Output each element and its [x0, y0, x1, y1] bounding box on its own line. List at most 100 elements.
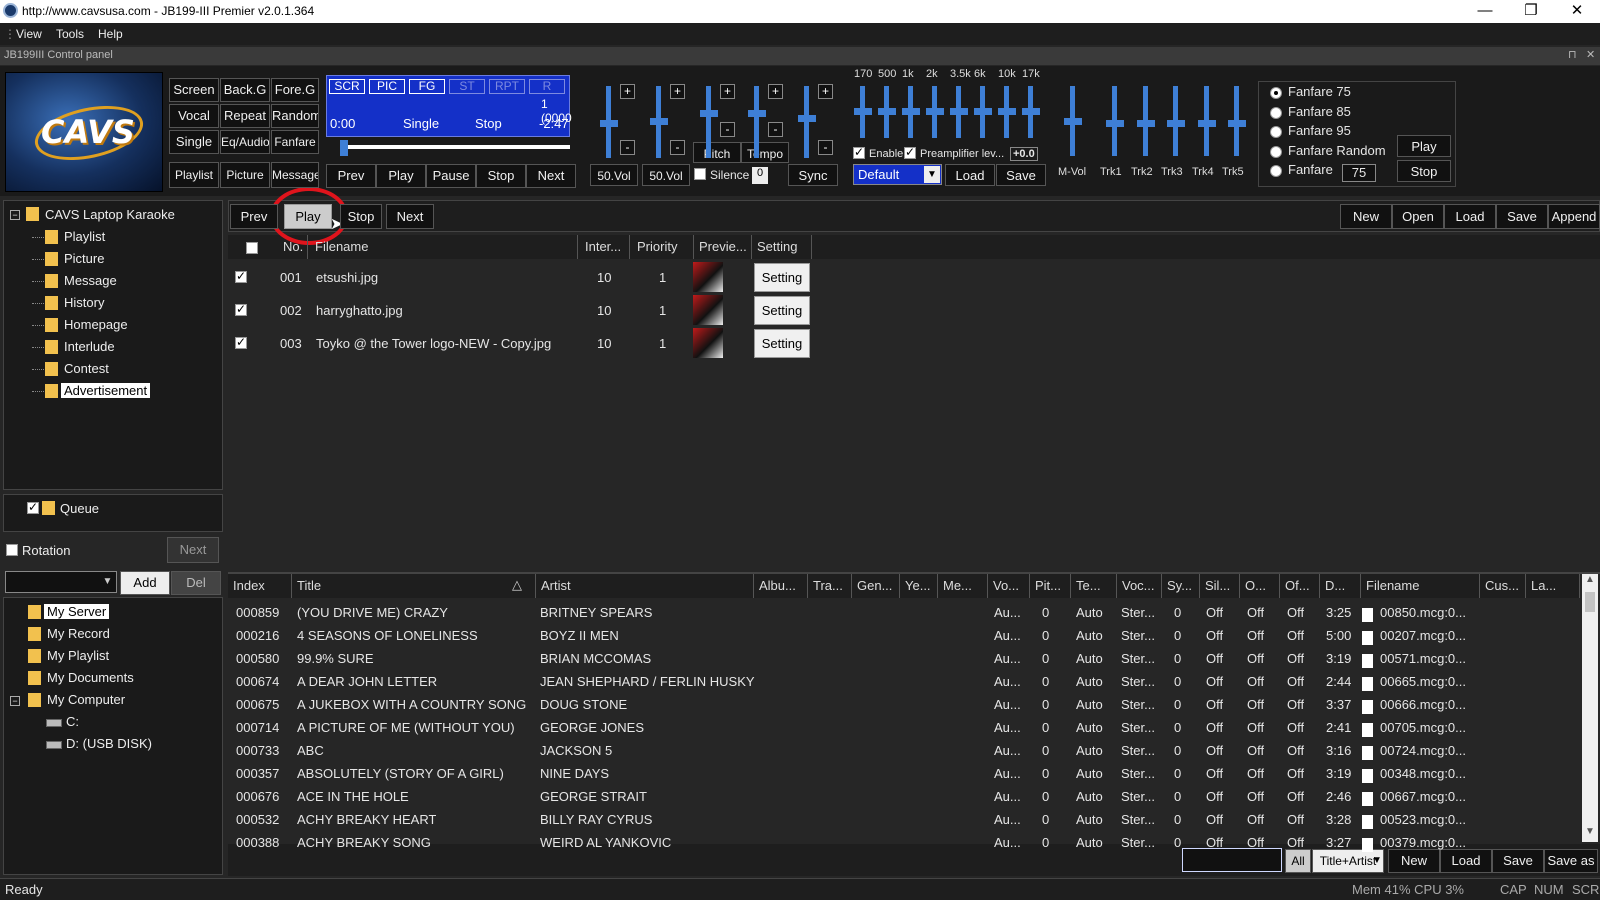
eq-enable-checkbox[interactable] [853, 145, 865, 159]
plus-icon[interactable]: + [818, 84, 833, 99]
eq-knob-500[interactable] [878, 108, 896, 115]
mode-button-random[interactable]: Random [271, 104, 319, 128]
row-checkbox[interactable] [235, 335, 247, 349]
mixer-knob-trk4[interactable] [1198, 120, 1216, 127]
mixer-knob-trk2[interactable] [1137, 120, 1155, 127]
panel-close-icon[interactable]: ✕ [1586, 48, 1595, 61]
song-col-sy[interactable]: Sy... [1162, 574, 1200, 598]
fanfare-custom-value[interactable]: 75 [1342, 164, 1376, 182]
minus-icon[interactable]: - [818, 140, 833, 155]
plus-icon[interactable]: + [720, 84, 735, 99]
library-item-my-playlist[interactable]: My Playlist [47, 648, 109, 663]
ad-prev-button[interactable]: Prev [230, 204, 278, 229]
tree-item-advertisement[interactable]: Advertisement [61, 383, 151, 398]
ad-append-button[interactable]: Append [1548, 204, 1600, 229]
mode-button-screen[interactable]: Screen [169, 78, 219, 102]
song-col-o[interactable]: O... [1240, 574, 1280, 598]
table-row[interactable]: 000674 A DEAR JOHN LETTER JEAN SHEPHARD / … [228, 673, 1580, 696]
tree-item-playlist[interactable]: Playlist [64, 229, 105, 244]
ad-row-setting-button[interactable]: Setting [754, 329, 810, 358]
table-row[interactable]: 000859 (YOU DRIVE ME) CRAZY BRITNEY SPEARS… [228, 604, 1580, 627]
ad-next-button[interactable]: Next [386, 204, 434, 229]
song-col-ye[interactable]: Ye... [900, 574, 938, 598]
song-col-artist[interactable]: Artist [536, 574, 754, 598]
mode-button-picture[interactable]: Picture [220, 162, 270, 188]
restore-icon[interactable]: ❐ [1508, 0, 1554, 23]
slider-track-5[interactable] [804, 86, 809, 158]
ad-stop-button[interactable]: Stop [340, 204, 382, 229]
menu-help[interactable]: Help [98, 27, 123, 41]
transport-prev-button[interactable]: Prev [326, 164, 376, 188]
silence-checkbox[interactable] [694, 168, 706, 180]
eq-knob-2k[interactable] [926, 108, 944, 115]
tree-item-message[interactable]: Message [64, 273, 117, 288]
song-col-filename[interactable]: Filename [1361, 574, 1480, 598]
slider-knob-3[interactable] [700, 110, 718, 117]
transport-next-button[interactable]: Next [526, 164, 576, 188]
mode-button-repeat[interactable]: Repeat [220, 104, 270, 128]
song-col-me[interactable]: Me... [938, 574, 988, 598]
eq-knob-170[interactable] [854, 108, 872, 115]
scroll-down-icon[interactable]: ▼ [1582, 826, 1598, 842]
song-col-albu[interactable]: Albu... [754, 574, 808, 598]
seek-track[interactable] [340, 145, 570, 149]
tag-scr[interactable]: SCR [329, 79, 365, 94]
rotation-next-button[interactable]: Next [167, 537, 219, 563]
slider-knob-4[interactable] [748, 110, 766, 117]
library-item-my-server[interactable]: My Server [44, 604, 110, 619]
song-col-la[interactable]: La... [1526, 574, 1580, 598]
tag-rpt[interactable]: RPT [489, 79, 525, 94]
song-col-index[interactable]: Index [228, 574, 292, 598]
seek-handle[interactable] [340, 140, 348, 156]
table-row[interactable]: 000580 99.9% SURE BRIAN MCCOMAS Au... 0 Auto S… [228, 650, 1580, 673]
scroll-up-icon[interactable]: ▲ [1582, 574, 1598, 590]
transport-pause-button[interactable]: Pause [426, 164, 476, 188]
table-row[interactable]: 000357 ABSOLUTELY (STORY OF A GIRL) NINE D… [228, 765, 1580, 788]
ad-load-button[interactable]: Load [1444, 204, 1496, 229]
slider-knob-5[interactable] [798, 115, 816, 122]
library-item-my-computer[interactable]: My Computer [47, 692, 125, 707]
row-checkbox[interactable] [235, 269, 247, 283]
ad-play-button[interactable]: Play [284, 204, 332, 229]
table-row[interactable]: 000714 A PICTURE OF ME (WITHOUT YOU) GEORG… [228, 719, 1580, 742]
collapse-icon[interactable]: − [10, 696, 20, 706]
mode-button-backg[interactable]: Back.G [220, 78, 270, 102]
eq-save-button[interactable]: Save [996, 164, 1046, 186]
table-row[interactable]: 000733 ABC JACKSON 5 Au... 0 Auto Ster... 0 Off O… [228, 742, 1580, 765]
minus-icon[interactable]: - [670, 140, 685, 155]
song-col-te[interactable]: Te... [1071, 574, 1117, 598]
tag-r[interactable]: R [529, 79, 565, 94]
ad-col-setting[interactable]: Setting [752, 235, 812, 259]
add-button[interactable]: Add [120, 571, 170, 595]
menu-tools[interactable]: Tools [56, 27, 84, 41]
ad-col-no[interactable]: No. [278, 235, 308, 259]
table-row[interactable]: 000676 ACE IN THE HOLE GEORGE STRAIT Au... 0… [228, 788, 1580, 811]
song-col-voc[interactable]: Voc... [1117, 574, 1162, 598]
mode-button-fanfare[interactable]: Fanfare [271, 130, 319, 154]
sync-button[interactable]: Sync [788, 164, 838, 186]
ad-col-filename[interactable]: Filename [310, 235, 578, 259]
table-row[interactable]: 000388 ACHY BREAKY SONG WEIRD AL YANKOVIC A… [228, 834, 1580, 857]
library-item-my-documents[interactable]: My Documents [47, 670, 134, 685]
song-col-title[interactable]: Title [292, 574, 536, 598]
tree-item-history[interactable]: History [64, 295, 104, 310]
ad-col-priority[interactable]: Priority [632, 235, 694, 259]
table-row[interactable]: 000532 ACHY BREAKY HEART BILLY RAY CYRUS Au… [228, 811, 1580, 834]
minimize-icon[interactable]: — [1462, 0, 1508, 23]
tree-root[interactable]: CAVS Laptop Karaoke [45, 207, 175, 222]
song-col-tra[interactable]: Tra... [808, 574, 852, 598]
song-scrollbar[interactable] [1582, 574, 1598, 842]
song-col-of[interactable]: Of... [1280, 574, 1320, 598]
minus-icon[interactable]: - [768, 122, 783, 137]
slider-knob-1[interactable] [600, 120, 618, 127]
minus-icon[interactable]: - [720, 122, 735, 137]
transport-play-button[interactable]: Play [376, 164, 426, 188]
fanfare-play-button[interactable]: Play [1397, 135, 1451, 157]
eq-load-button[interactable]: Load [945, 164, 995, 186]
plus-icon[interactable]: + [620, 84, 635, 99]
plus-icon[interactable]: + [670, 84, 685, 99]
tree-item-interlude[interactable]: Interlude [64, 339, 115, 354]
collapse-icon[interactable]: − [10, 210, 20, 220]
tree-item-picture[interactable]: Picture [64, 251, 104, 266]
song-col-gen[interactable]: Gen... [852, 574, 900, 598]
